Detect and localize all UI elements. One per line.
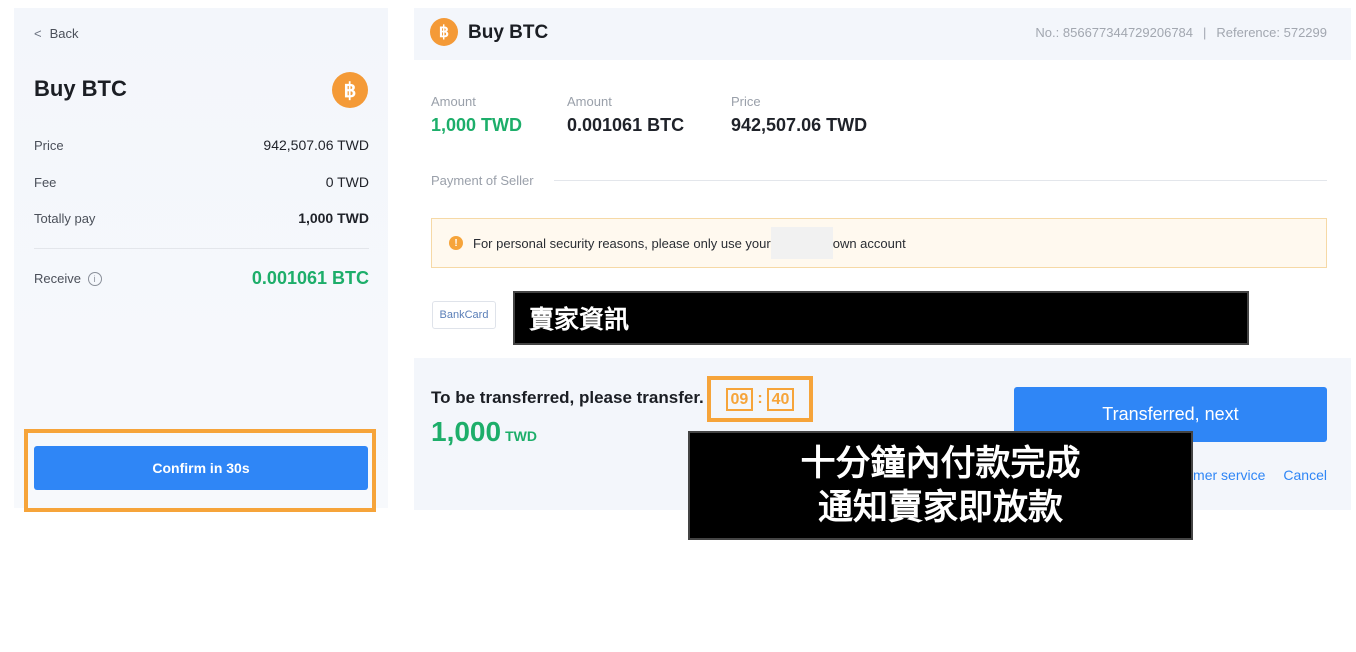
receive-value: 0.001061 BTC [251,268,369,288]
timer-seconds: 40 [766,387,795,411]
unit-price: Price 942,507.06 TWD [731,94,867,136]
notice-text-end: own account [832,235,906,251]
confirm-button[interactable]: Confirm in 30s [34,446,368,490]
receive-row: Receive i 0.001061 BTC [34,268,369,289]
footer-links: mer service Cancel [1193,467,1327,483]
transfer-amount-unit: TWD [505,428,537,444]
caption-overlay: 十分鐘內付款完成 通知賣家即放款 [688,431,1193,540]
meta-separator: | [1203,25,1207,40]
caption-line-1: 十分鐘內付款完成 [800,443,1081,483]
section-divider [554,180,1327,181]
order-meta: No.: 856677344729206784 | Reference: 572… [1035,25,1327,40]
transfer-instruction: To be transferred, please transfer. [431,388,704,407]
unit-price-value: 942,507.06 TWD [731,115,868,135]
order-number: No.: 856677344729206784 [1035,25,1194,40]
receive-label-wrap: Receive i [34,271,102,287]
total-value: 1,000 TWD [298,210,369,226]
crypto-amount-label: Amount [567,94,612,109]
divider [34,248,369,249]
security-notice: ! For personal security reasons, please … [431,218,1327,268]
payment-section-label: Payment of Seller [431,173,534,188]
fiat-amount-label: Amount [431,94,476,109]
order-header: ฿ Buy BTC No.: 856677344729206784 | Refe… [414,8,1351,60]
total-label: Totally pay [34,210,96,226]
price-row: Price 942,507.06 TWD [34,137,369,153]
chevron-left-icon: < [34,26,42,41]
order-title: Buy BTC [468,22,549,43]
fee-row: Fee 0 TWD [34,174,369,190]
timer-minutes: 09 [725,387,754,411]
redacted-name [770,227,833,259]
unit-price-label: Price [731,94,761,109]
back-button[interactable]: < Back [34,26,79,41]
timer-colon: : [757,390,763,407]
panel-title: Buy BTC [34,76,127,101]
countdown-timer: 09 : 40 [707,376,813,422]
cancel-link[interactable]: Cancel [1283,467,1327,483]
warning-icon: ! [449,236,463,250]
crypto-amount: Amount 0.001061 BTC [567,94,684,136]
tab-bankcard[interactable]: BankCard [432,301,496,329]
caption-line-2: 通知賣家即放款 [817,487,1063,527]
transfer-amount: 1,000 TWD [431,416,537,448]
fiat-amount-value: 1,000 TWD [431,115,523,135]
bitcoin-icon: ฿ [430,18,458,46]
fee-value: 0 TWD [325,174,369,190]
transfer-amount-value: 1,000 [431,416,502,447]
bitcoin-icon: ฿ [332,72,368,108]
price-value: 942,507.06 TWD [263,137,369,153]
back-label: Back [49,26,79,41]
info-icon[interactable]: i [87,272,102,287]
receive-label: Receive [34,270,81,286]
customer-service-link[interactable]: mer service [1193,467,1265,483]
price-label: Price [34,137,64,153]
notice-text-start: For personal security reasons, please on… [473,235,771,251]
fiat-amount: Amount 1,000 TWD [431,94,522,136]
fee-label: Fee [34,174,57,190]
total-row: Totally pay 1,000 TWD [34,210,369,226]
confirm-highlight: Confirm in 30s [24,429,376,512]
seller-info-overlay: 賣家資訊 [513,291,1249,345]
order-summary-panel: < Back Buy BTC ฿ Price 942,507.06 TWD Fe… [14,8,388,512]
reference-number: Reference: 572299 [1216,25,1327,40]
crypto-amount-value: 0.001061 BTC [567,115,685,135]
